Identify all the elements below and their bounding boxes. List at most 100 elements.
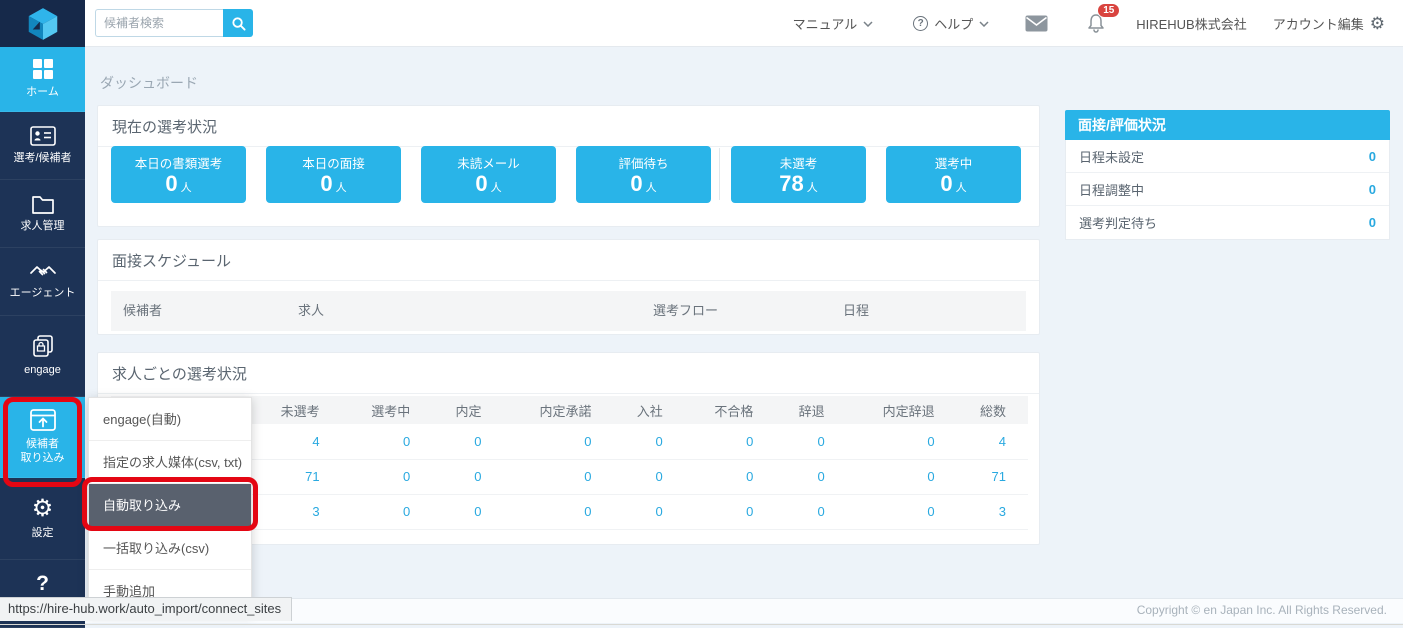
stat-group-divider	[719, 148, 720, 200]
candidate-search	[95, 9, 253, 37]
interview-schedule-header: 候補者 求人 選考フロー 日程	[111, 291, 1026, 331]
count-cell[interactable]: 0	[504, 424, 614, 459]
page-title: ダッシュボード	[100, 73, 198, 93]
count-cell[interactable]: 71	[957, 459, 1028, 494]
status-bar-url: https://hire-hub.work/auto_import/connec…	[0, 597, 292, 621]
count-cell[interactable]: 0	[685, 494, 776, 529]
column-header: 不合格	[685, 396, 776, 424]
menu-item-bulk-import-csv[interactable]: 一括取り込み(csv)	[89, 527, 251, 570]
menu-item-auto-import[interactable]: 自動取り込み	[89, 484, 251, 527]
home-grid-icon	[32, 58, 54, 80]
count-cell[interactable]: 0	[847, 459, 957, 494]
help-circle-icon: ?	[913, 16, 928, 31]
stat-card-not-screened[interactable]: 未選考 78人	[731, 146, 866, 203]
sidebar-item-engage[interactable]: engage	[0, 316, 85, 397]
current-status-title: 現在の選考状況	[98, 106, 1039, 147]
count-cell[interactable]: 0	[613, 459, 684, 494]
help-label: ヘルプ	[934, 14, 973, 33]
manual-menu[interactable]: マニュアル	[793, 14, 874, 33]
column-header: 総数	[957, 396, 1028, 424]
menu-item-engage-auto[interactable]: engage(自動)	[89, 398, 251, 441]
messages-button[interactable]	[1025, 15, 1048, 32]
count-cell[interactable]: 0	[613, 424, 684, 459]
column-header-selection-flow: 選考フロー	[641, 291, 831, 331]
count-cell[interactable]: 0	[613, 494, 684, 529]
count-cell[interactable]: 0	[504, 494, 614, 529]
count-cell[interactable]: 0	[432, 494, 503, 529]
topbar: マニュアル ? ヘルプ 15 HIREHUB株式会社	[85, 0, 1403, 47]
sidebar-nav: ホーム 選考/候補者 求人管理 エージェント engage	[0, 47, 85, 628]
column-header: 内定承諾	[504, 396, 614, 424]
count-cell[interactable]: 0	[847, 424, 957, 459]
list-item-awaiting-judgement[interactable]: 選考判定待ち 0	[1066, 206, 1389, 239]
per-job-status-title: 求人ごとの選考状況	[98, 353, 1039, 394]
notifications-button[interactable]: 15	[1086, 12, 1106, 34]
count-cell[interactable]: 0	[432, 459, 503, 494]
account-edit-button[interactable]: アカウント編集 ⚙	[1273, 14, 1385, 33]
list-item-schedule-adjusting[interactable]: 日程調整中 0	[1066, 173, 1389, 206]
count-cell[interactable]: 0	[342, 424, 433, 459]
count-cell[interactable]: 0	[685, 424, 776, 459]
column-header-candidate: 候補者	[111, 291, 286, 331]
company-name[interactable]: HIREHUB株式会社	[1136, 14, 1247, 33]
count-cell[interactable]: 0	[342, 494, 433, 529]
column-header: 辞退	[775, 396, 846, 424]
interview-eval-panel: 面接/評価状況 日程未設定 0 日程調整中 0 選考判定待ち 0	[1065, 110, 1390, 240]
folder-icon	[31, 194, 55, 214]
stat-card-in-selection[interactable]: 選考中 0人	[886, 146, 1021, 203]
count-cell[interactable]: 4	[957, 424, 1028, 459]
hirehub-logo[interactable]	[0, 0, 85, 47]
question-icon: ?	[36, 573, 49, 594]
current-status-card: 現在の選考状況 本日の書類選考 0人 本日の面接 0人 未読メール 0人 評価待…	[97, 105, 1040, 227]
column-header: 選考中	[342, 396, 433, 424]
handshake-icon	[29, 263, 57, 281]
column-header: 内定辞退	[847, 396, 957, 424]
notification-badge: 15	[1097, 3, 1120, 18]
sidebar-item-job-management[interactable]: 求人管理	[0, 180, 85, 248]
envelope-icon	[1025, 15, 1048, 32]
main-content: ダッシュボード 現在の選考状況 本日の書類選考 0人 本日の面接 0人 未読メー…	[85, 47, 1403, 628]
count-cell[interactable]: 4	[251, 424, 342, 459]
import-icon	[30, 408, 56, 432]
search-input[interactable]	[95, 9, 223, 37]
sidebar-item-selection-candidates[interactable]: 選考/候補者	[0, 112, 85, 180]
stat-card-unread-mail[interactable]: 未読メール 0人	[421, 146, 556, 203]
count-cell[interactable]: 3	[957, 494, 1028, 529]
interview-schedule-card: 面接スケジュール 候補者 求人 選考フロー 日程	[97, 239, 1040, 335]
help-menu[interactable]: ? ヘルプ	[913, 14, 989, 33]
menu-item-specified-job-media[interactable]: 指定の求人媒体(csv, txt)	[89, 441, 251, 484]
interview-schedule-title: 面接スケジュール	[98, 240, 1039, 281]
stat-card-awaiting-evaluation[interactable]: 評価待ち 0人	[576, 146, 711, 203]
count-cell[interactable]: 0	[775, 424, 846, 459]
id-card-icon	[30, 126, 56, 146]
account-edit-label: アカウント編集	[1273, 14, 1364, 33]
gear-icon: ⚙	[32, 497, 54, 521]
count-cell[interactable]: 0	[847, 494, 957, 529]
stat-card-todays-document-screening[interactable]: 本日の書類選考 0人	[111, 146, 246, 203]
count-cell[interactable]: 71	[251, 459, 342, 494]
sidebar-item-agent[interactable]: エージェント	[0, 248, 85, 316]
count-cell[interactable]: 0	[775, 494, 846, 529]
gear-icon: ⚙	[1370, 15, 1385, 32]
count-cell[interactable]: 0	[342, 459, 433, 494]
window-bottom-edge	[0, 624, 1403, 625]
hirehub-logo-icon	[24, 5, 62, 43]
count-cell[interactable]: 0	[775, 459, 846, 494]
search-button[interactable]	[223, 9, 253, 37]
interview-eval-title: 面接/評価状況	[1065, 110, 1390, 140]
chevron-down-icon	[979, 21, 989, 27]
sidebar-item-settings[interactable]: ⚙ 設定	[0, 478, 85, 560]
stat-card-todays-interview[interactable]: 本日の面接 0人	[266, 146, 401, 203]
count-cell[interactable]: 0	[432, 424, 503, 459]
list-item-schedule-unset[interactable]: 日程未設定 0	[1066, 140, 1389, 173]
sidebar-item-home[interactable]: ホーム	[0, 47, 85, 112]
count-cell[interactable]: 0	[685, 459, 776, 494]
manual-label: マニュアル	[793, 14, 858, 33]
search-icon	[231, 16, 246, 31]
sidebar-item-candidate-import[interactable]: 候補者 取り込み	[0, 397, 85, 478]
topbar-right: マニュアル ? ヘルプ 15 HIREHUB株式会社	[793, 12, 1403, 34]
chevron-down-icon	[863, 21, 873, 27]
count-cell[interactable]: 0	[504, 459, 614, 494]
count-cell[interactable]: 3	[251, 494, 342, 529]
candidate-import-menu: engage(自動) 指定の求人媒体(csv, txt) 自動取り込み 一括取り…	[88, 397, 252, 614]
